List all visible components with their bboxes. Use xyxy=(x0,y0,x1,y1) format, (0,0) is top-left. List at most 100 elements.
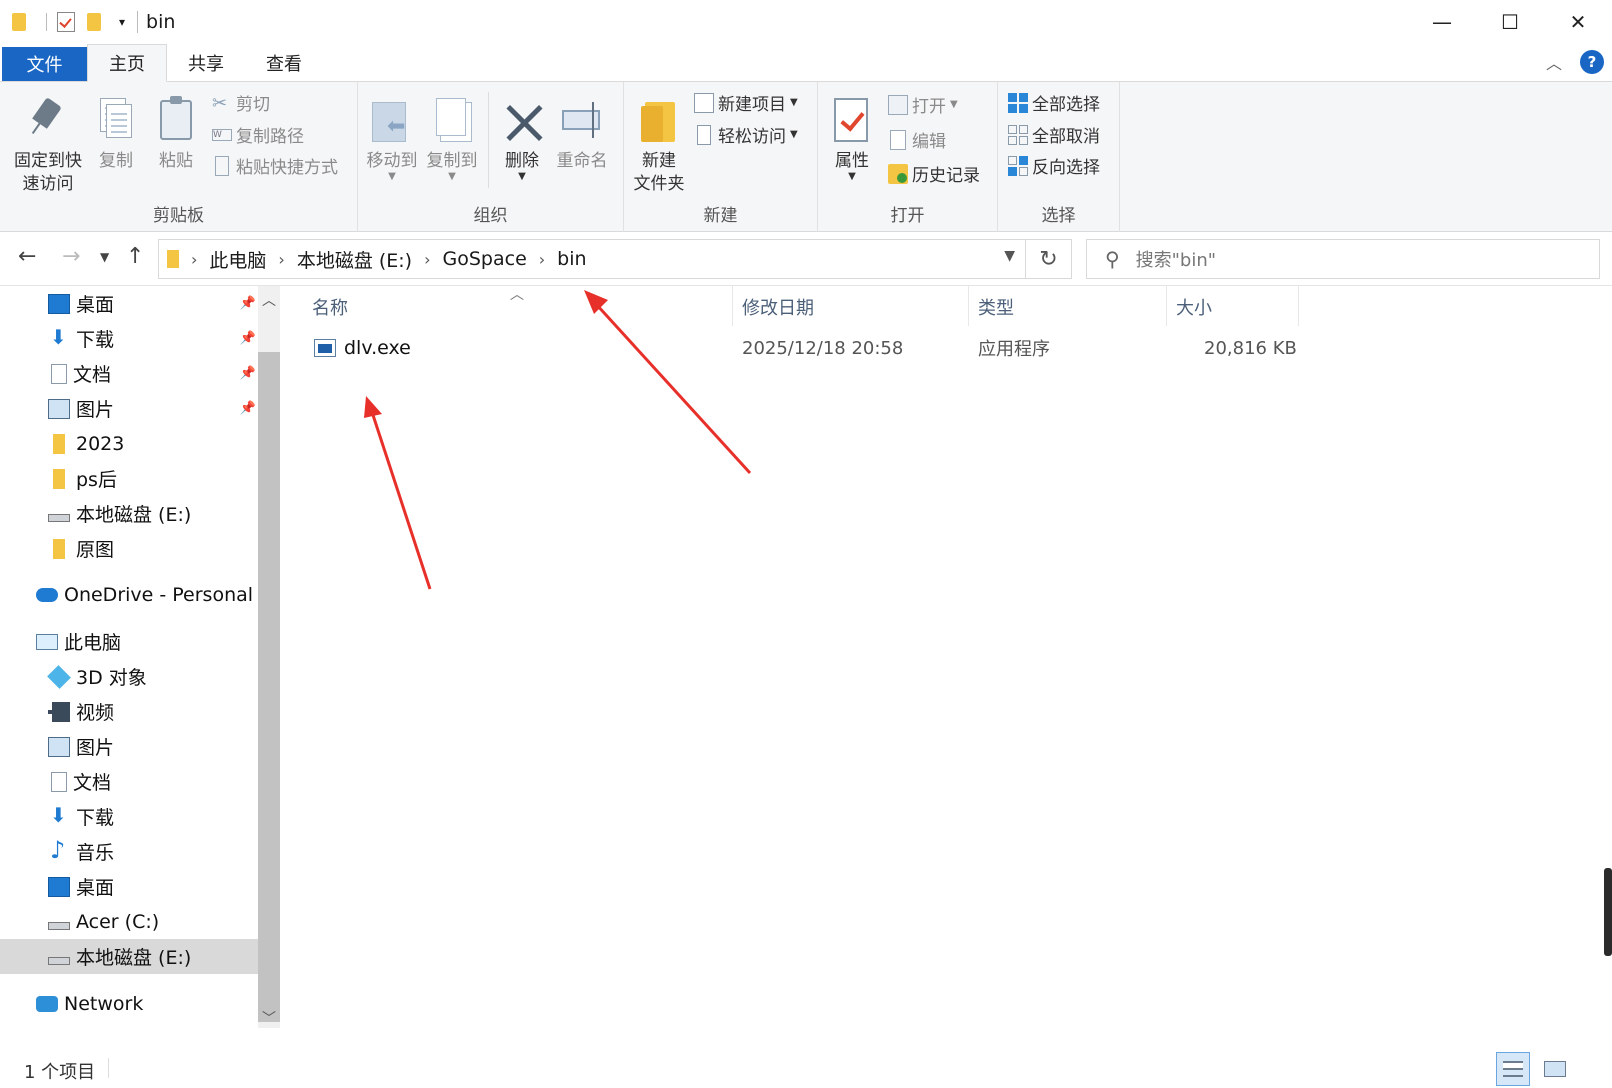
nav-item-desktop-pc[interactable]: 桌面 xyxy=(0,869,266,904)
new-folder-button[interactable]: 新建 文件夹 xyxy=(630,94,688,196)
address-history-dropdown-icon[interactable]: ▼ xyxy=(1004,248,1015,264)
nav-item-network[interactable]: Network xyxy=(0,986,266,1021)
nav-item-documents[interactable]: 文档 📌 xyxy=(0,356,266,391)
up-arrow-icon[interactable]: ↑ xyxy=(126,244,144,269)
new-item-button[interactable]: 新建项目 ▼ xyxy=(694,90,798,115)
properties-button[interactable]: 属性 ▼ xyxy=(830,94,874,182)
copy-button[interactable]: 复制 xyxy=(94,94,138,173)
3d-objects-icon xyxy=(47,664,71,689)
nav-item-folder-2023[interactable]: 2023 xyxy=(0,426,266,461)
edit-label: 编辑 xyxy=(912,132,946,152)
select-none-label: 全部取消 xyxy=(1032,127,1100,147)
application-icon xyxy=(314,339,336,357)
breadcrumb-chevron-icon[interactable]: › xyxy=(424,250,430,269)
paste-button[interactable]: 粘贴 xyxy=(154,94,198,173)
column-divider[interactable] xyxy=(1166,286,1167,326)
back-arrow-icon[interactable]: ← xyxy=(18,244,36,269)
scrollbar-thumb[interactable] xyxy=(258,352,280,1022)
recent-locations-chevron-icon[interactable]: ▼ xyxy=(100,250,109,264)
nav-item-this-pc[interactable]: 此电脑 xyxy=(0,624,266,659)
pin-to-quick-access-button[interactable]: 固定到快 速访问 xyxy=(10,94,86,196)
breadcrumb-chevron-icon[interactable]: › xyxy=(539,250,545,269)
nav-item-local-disk-e-pc[interactable]: 本地磁盘 (E:) xyxy=(0,939,266,974)
tab-file[interactable]: 文件 xyxy=(2,47,87,81)
delete-button[interactable]: 删除 ▼ xyxy=(500,94,544,182)
select-all-button[interactable]: 全部选择 xyxy=(1008,90,1100,115)
tab-share[interactable]: 共享 xyxy=(167,45,245,81)
rename-label: 重命名 xyxy=(556,151,608,171)
nav-item-downloads[interactable]: 下载 📌 xyxy=(0,321,266,356)
forward-arrow-icon[interactable]: → xyxy=(62,244,80,269)
nav-item-documents-pc[interactable]: 文档 xyxy=(0,764,266,799)
search-box[interactable]: ⚲ 搜索"bin" xyxy=(1086,239,1600,279)
column-divider[interactable] xyxy=(968,286,969,326)
breadcrumb-this-pc[interactable]: 此电脑 xyxy=(209,246,266,273)
nav-item-onedrive[interactable]: OneDrive - Personal xyxy=(0,577,266,612)
breadcrumb-chevron-icon[interactable]: › xyxy=(278,250,284,269)
column-header-date-modified[interactable]: 修改日期 xyxy=(742,294,814,320)
nav-item-pictures[interactable]: 图片 📌 xyxy=(0,391,266,426)
rename-button[interactable]: 重命名 xyxy=(554,94,610,173)
nav-pane-scrollbar[interactable]: ︿ ﹀ xyxy=(258,286,280,1028)
nav-item-folder-originals[interactable]: 原图 xyxy=(0,531,266,566)
help-icon[interactable]: ? xyxy=(1580,50,1604,74)
new-folder-icon[interactable] xyxy=(87,13,101,31)
column-divider[interactable] xyxy=(1298,286,1299,326)
breadcrumb-bin[interactable]: bin xyxy=(557,248,586,270)
nav-item-acer-c[interactable]: Acer (C:) xyxy=(0,904,266,939)
copy-to-button[interactable]: 复制到 ▼ xyxy=(424,94,480,182)
breadcrumb-gospace[interactable]: GoSpace xyxy=(443,248,527,270)
copy-path-button[interactable]: W 复制路径 xyxy=(212,122,304,147)
search-input[interactable]: 搜索"bin" xyxy=(1136,246,1216,272)
scroll-down-arrow-icon[interactable]: ﹀ xyxy=(262,1008,276,1028)
folder-icon xyxy=(167,250,179,268)
cut-button[interactable]: ✂ 剪切 xyxy=(212,90,270,116)
nav-item-folder-ps[interactable]: ps后 xyxy=(0,461,266,496)
breadcrumb-chevron-icon[interactable]: › xyxy=(191,250,197,269)
drive-icon xyxy=(48,513,70,522)
move-to-button[interactable]: 移动到 ▼ xyxy=(364,94,420,182)
collapse-ribbon-chevron-icon[interactable]: ︿ xyxy=(1546,50,1562,74)
large-icons-view-button[interactable] xyxy=(1538,1052,1572,1086)
properties-icon[interactable] xyxy=(57,12,75,32)
divider xyxy=(108,1058,109,1078)
column-divider[interactable] xyxy=(732,286,733,326)
column-header-size[interactable]: 大小 xyxy=(1176,294,1212,320)
drive-icon xyxy=(48,956,70,965)
nav-item-videos[interactable]: 视频 xyxy=(0,694,266,729)
easy-access-button[interactable]: 轻松访问 ▼ xyxy=(694,122,798,147)
breadcrumb-local-disk-e[interactable]: 本地磁盘 (E:) xyxy=(297,246,412,273)
nav-item-pictures-pc[interactable]: 图片 xyxy=(0,729,266,764)
close-button[interactable]: ✕ xyxy=(1544,0,1612,44)
tab-view[interactable]: 查看 xyxy=(245,45,323,81)
item-count: 1 个项目 xyxy=(24,1062,96,1083)
table-row[interactable]: dlv.exe 2025/12/18 20:58 应用程序 20,816 KB xyxy=(310,330,1300,366)
edit-button[interactable]: 编辑 xyxy=(888,127,946,152)
column-header-type[interactable]: 类型 xyxy=(978,294,1014,320)
refresh-icon[interactable]: ↻ xyxy=(1026,239,1072,279)
delete-label: 删除 xyxy=(505,151,539,171)
paste-shortcut-button[interactable]: 粘贴快捷方式 xyxy=(212,153,338,178)
nav-item-local-disk-e[interactable]: 本地磁盘 (E:) xyxy=(0,496,266,531)
delete-icon xyxy=(500,94,544,148)
minimize-button[interactable]: — xyxy=(1408,0,1476,44)
tab-home[interactable]: 主页 xyxy=(87,44,167,82)
rename-icon xyxy=(560,94,604,148)
pin-icon: 📌 xyxy=(239,366,256,381)
nav-item-desktop[interactable]: 桌面 📌 xyxy=(0,286,266,321)
history-button[interactable]: 历史记录 xyxy=(888,161,980,186)
address-bar[interactable]: › 此电脑 › 本地磁盘 (E:) › GoSpace › bin ▼ xyxy=(158,239,1026,279)
scroll-up-arrow-icon[interactable]: ︿ xyxy=(262,290,276,310)
invert-selection-button[interactable]: 反向选择 xyxy=(1008,153,1100,178)
maximize-button[interactable]: ☐ xyxy=(1476,0,1544,44)
nav-item-music[interactable]: 音乐 xyxy=(0,834,266,869)
move-to-label: 移动到 xyxy=(366,151,418,171)
select-none-button[interactable]: 全部取消 xyxy=(1008,122,1100,147)
nav-item-3d-objects[interactable]: 3D 对象 xyxy=(0,659,266,694)
column-header-name[interactable]: 名称 xyxy=(312,294,348,320)
scissors-icon: ✂ xyxy=(212,92,228,114)
open-button[interactable]: 打开 ▼ xyxy=(888,92,958,117)
details-view-button[interactable] xyxy=(1496,1052,1530,1086)
nav-item-downloads-pc[interactable]: 下载 xyxy=(0,799,266,834)
customize-toolbar-dropdown[interactable]: ▾ xyxy=(119,15,125,29)
